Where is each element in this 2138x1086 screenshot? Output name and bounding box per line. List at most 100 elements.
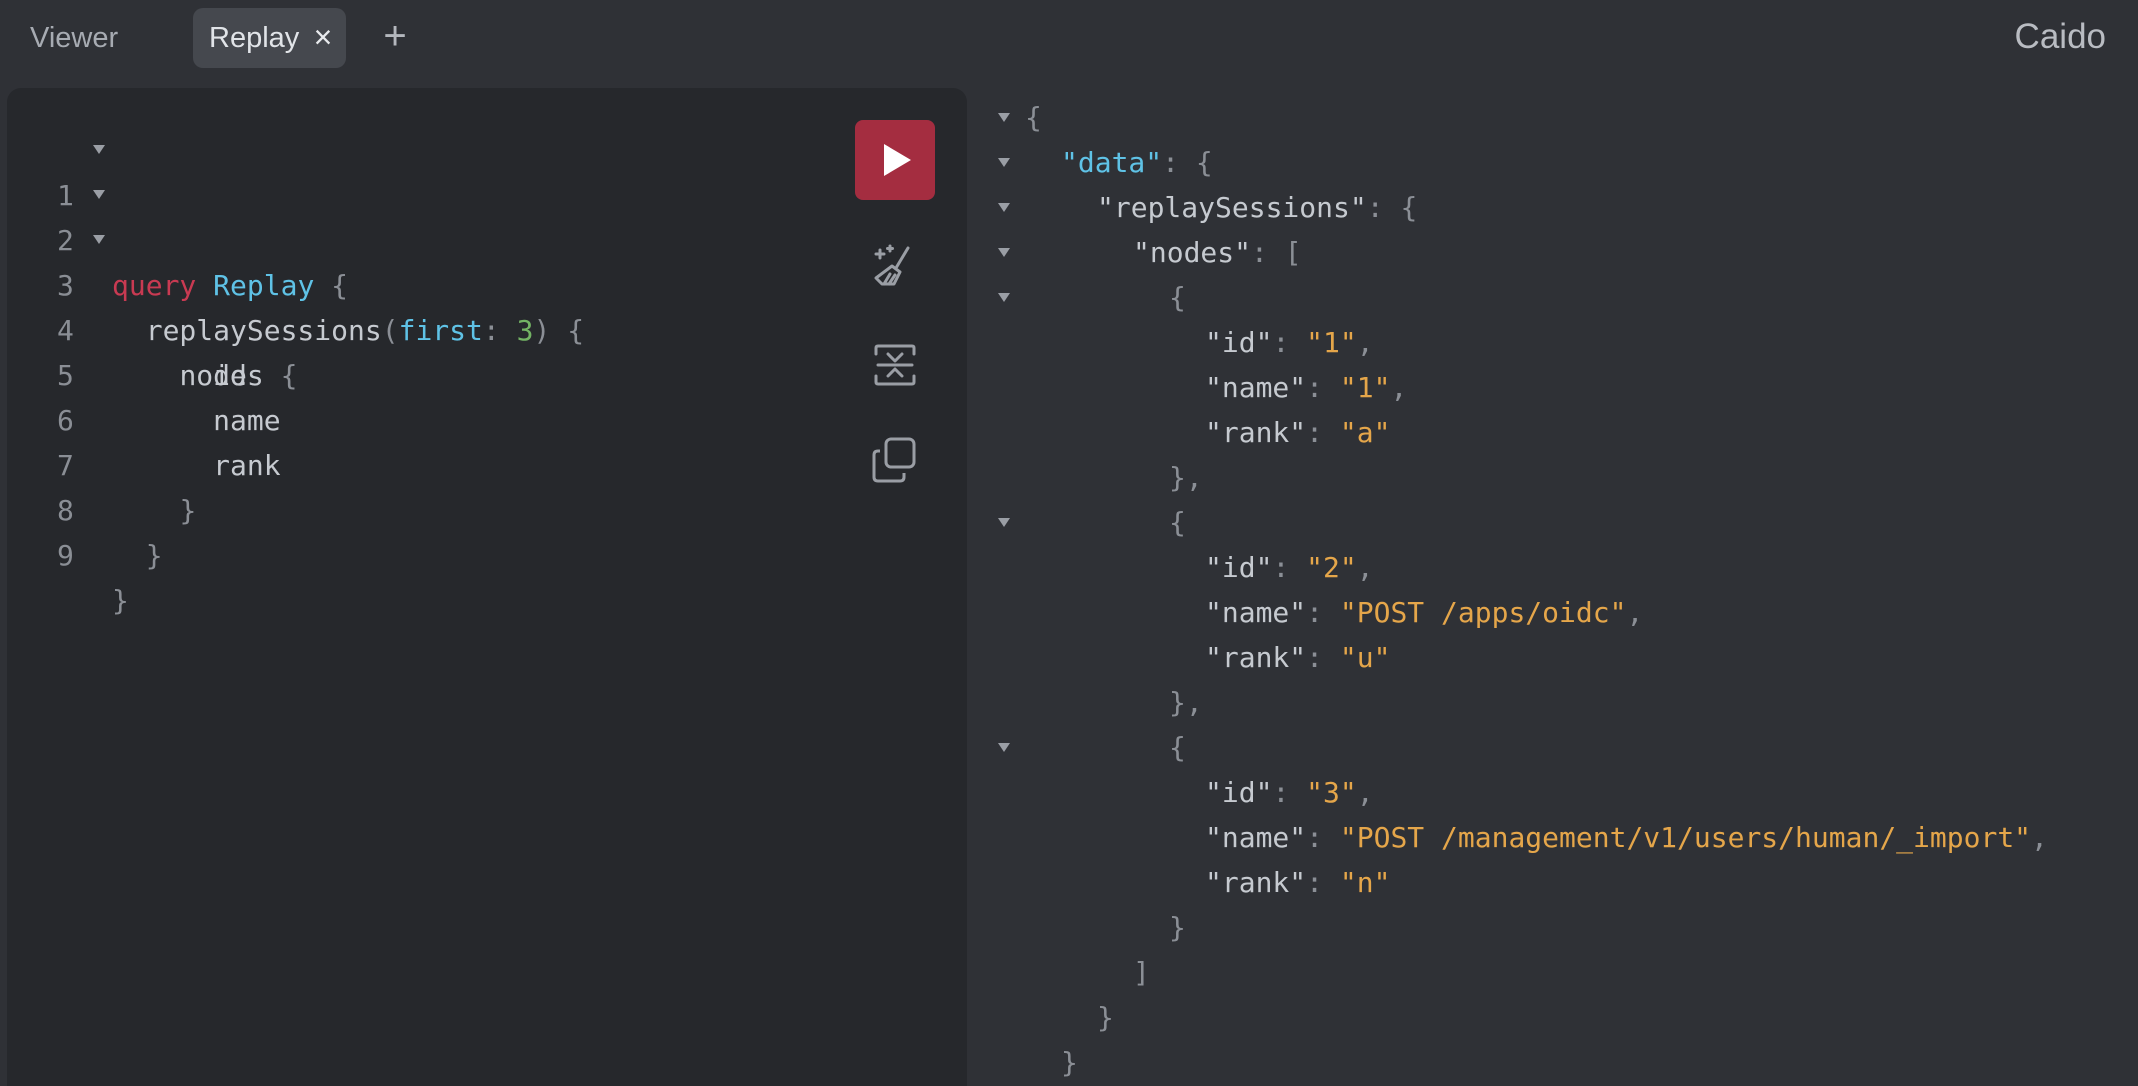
colon-token: : [482, 314, 500, 347]
json-line: "data": { [1061, 140, 1213, 185]
brace-token: } [112, 584, 129, 617]
colon-token: : [1306, 821, 1324, 854]
argument-token: first [398, 314, 483, 347]
tab-replay-label: Replay [209, 21, 300, 54]
json-line: "replaySessions": { [1097, 185, 1417, 230]
fold-arrow-icon[interactable] [998, 743, 1010, 752]
json-line: { [1025, 95, 1042, 140]
json-string: "u" [1339, 641, 1391, 674]
fold-arrow-icon[interactable] [93, 190, 105, 199]
json-string: "a" [1339, 416, 1391, 449]
json-line: "rank": "n" [1205, 860, 1390, 905]
json-string: "n" [1339, 866, 1391, 899]
json-line: { [1169, 725, 1186, 770]
brace-token: { [1025, 101, 1042, 134]
brace-token: } [1061, 1046, 1078, 1079]
bracket-token: ] [1133, 956, 1150, 989]
fold-arrow-icon[interactable] [93, 235, 105, 244]
close-icon[interactable]: × [312, 21, 334, 53]
json-string: "POST /apps/oidc" [1339, 596, 1627, 629]
json-key: "name" [1205, 821, 1307, 854]
fold-arrow-icon[interactable] [998, 293, 1010, 302]
brace-token: } [1097, 1001, 1114, 1034]
number-token: 3 [516, 314, 534, 347]
colon-token: : [1306, 641, 1324, 674]
brace-token: { [1400, 191, 1418, 224]
brace-token: { [1169, 731, 1186, 764]
merge-fragments-icon[interactable] [870, 340, 920, 390]
fold-arrow-icon[interactable] [93, 145, 105, 154]
json-key: "id" [1205, 776, 1273, 809]
brace-token: } [1169, 911, 1186, 944]
json-string: "1" [1339, 371, 1391, 404]
json-string: "1" [1306, 326, 1357, 359]
brace-token: { [331, 269, 349, 302]
colon-token: : [1272, 776, 1290, 809]
json-key: "rank" [1205, 641, 1307, 674]
paren-token: ( [381, 314, 399, 347]
add-tab-button[interactable]: + [378, 16, 412, 60]
json-line: "id": "1", [1205, 326, 1374, 359]
json-key: "name" [1205, 596, 1307, 629]
paren-token: ) [533, 314, 551, 347]
fold-arrow-icon[interactable] [998, 158, 1010, 167]
fold-arrow-icon[interactable] [998, 518, 1010, 527]
code-line: 3 nodes { [7, 218, 297, 392]
json-key: "nodes" [1133, 236, 1252, 269]
code-line: 2 replaySessions(first: 3) { [7, 173, 584, 347]
bracket-token: [ [1284, 236, 1302, 269]
code-line: 9 } [7, 488, 129, 617]
json-key: "id" [1205, 551, 1273, 584]
copy-icon[interactable] [870, 435, 920, 485]
json-line: "id": "3", [1205, 776, 1374, 809]
json-key: "rank" [1205, 866, 1307, 899]
brace-token: } [145, 539, 163, 572]
line-number: 9 [57, 539, 74, 572]
code-line: 7 } [7, 398, 196, 527]
json-string: "3" [1306, 776, 1357, 809]
colon-token: : [1272, 326, 1290, 359]
brace-token: { [1169, 506, 1186, 539]
query-editor[interactable]: 1 query Replay { 2 replaySessions(first:… [7, 88, 967, 1086]
json-line: } [1097, 995, 1114, 1040]
fold-arrow-icon[interactable] [998, 203, 1010, 212]
json-line: "rank": "a" [1205, 410, 1390, 455]
json-key: "rank" [1205, 416, 1307, 449]
tab-replay[interactable]: Replay × [193, 8, 346, 68]
tab-bar: Viewer Replay × + Caido [0, 0, 2138, 76]
code-line: 5 name [7, 308, 281, 437]
prettify-icon[interactable] [870, 242, 920, 292]
code-line: 4 id [7, 263, 247, 392]
fold-arrow-icon[interactable] [998, 113, 1010, 122]
operation-name-token: Replay [213, 269, 315, 302]
json-string: "2" [1306, 551, 1357, 584]
json-key: "data" [1061, 146, 1163, 179]
json-key: "replaySessions" [1097, 191, 1367, 224]
field-token: id [213, 359, 247, 392]
json-line: "rank": "u" [1205, 635, 1390, 680]
json-line: "name": "POST /management/v1/users/human… [1205, 821, 2048, 854]
json-line: "name": "POST /apps/oidc", [1205, 596, 1644, 629]
code-line: 6 rank [7, 353, 281, 482]
code-line: 1 query Replay { [7, 128, 348, 302]
colon-token: : [1306, 596, 1324, 629]
run-query-button[interactable] [855, 120, 935, 200]
json-key: "name" [1205, 371, 1307, 404]
field-token: rank [213, 449, 281, 482]
tab-viewer-label: Viewer [30, 21, 119, 54]
colon-token: : [1306, 416, 1324, 449]
fold-arrow-icon[interactable] [998, 248, 1010, 257]
json-line: } [1061, 1040, 1078, 1085]
brace-token: { [1169, 281, 1186, 314]
code-line: 8 } [7, 443, 163, 572]
colon-token: : [1251, 236, 1268, 269]
brand-logo: Caido [2014, 17, 2106, 56]
colon-token: : [1306, 866, 1324, 899]
tab-viewer[interactable]: Viewer [30, 8, 118, 68]
json-line: }, [1169, 455, 1203, 500]
json-line: { [1169, 275, 1186, 320]
json-line: "id": "2", [1205, 551, 1374, 584]
brace-token: { [567, 314, 585, 347]
brace-token: { [1195, 146, 1213, 179]
json-string: "POST /management/v1/users/human/_import… [1339, 821, 2032, 854]
